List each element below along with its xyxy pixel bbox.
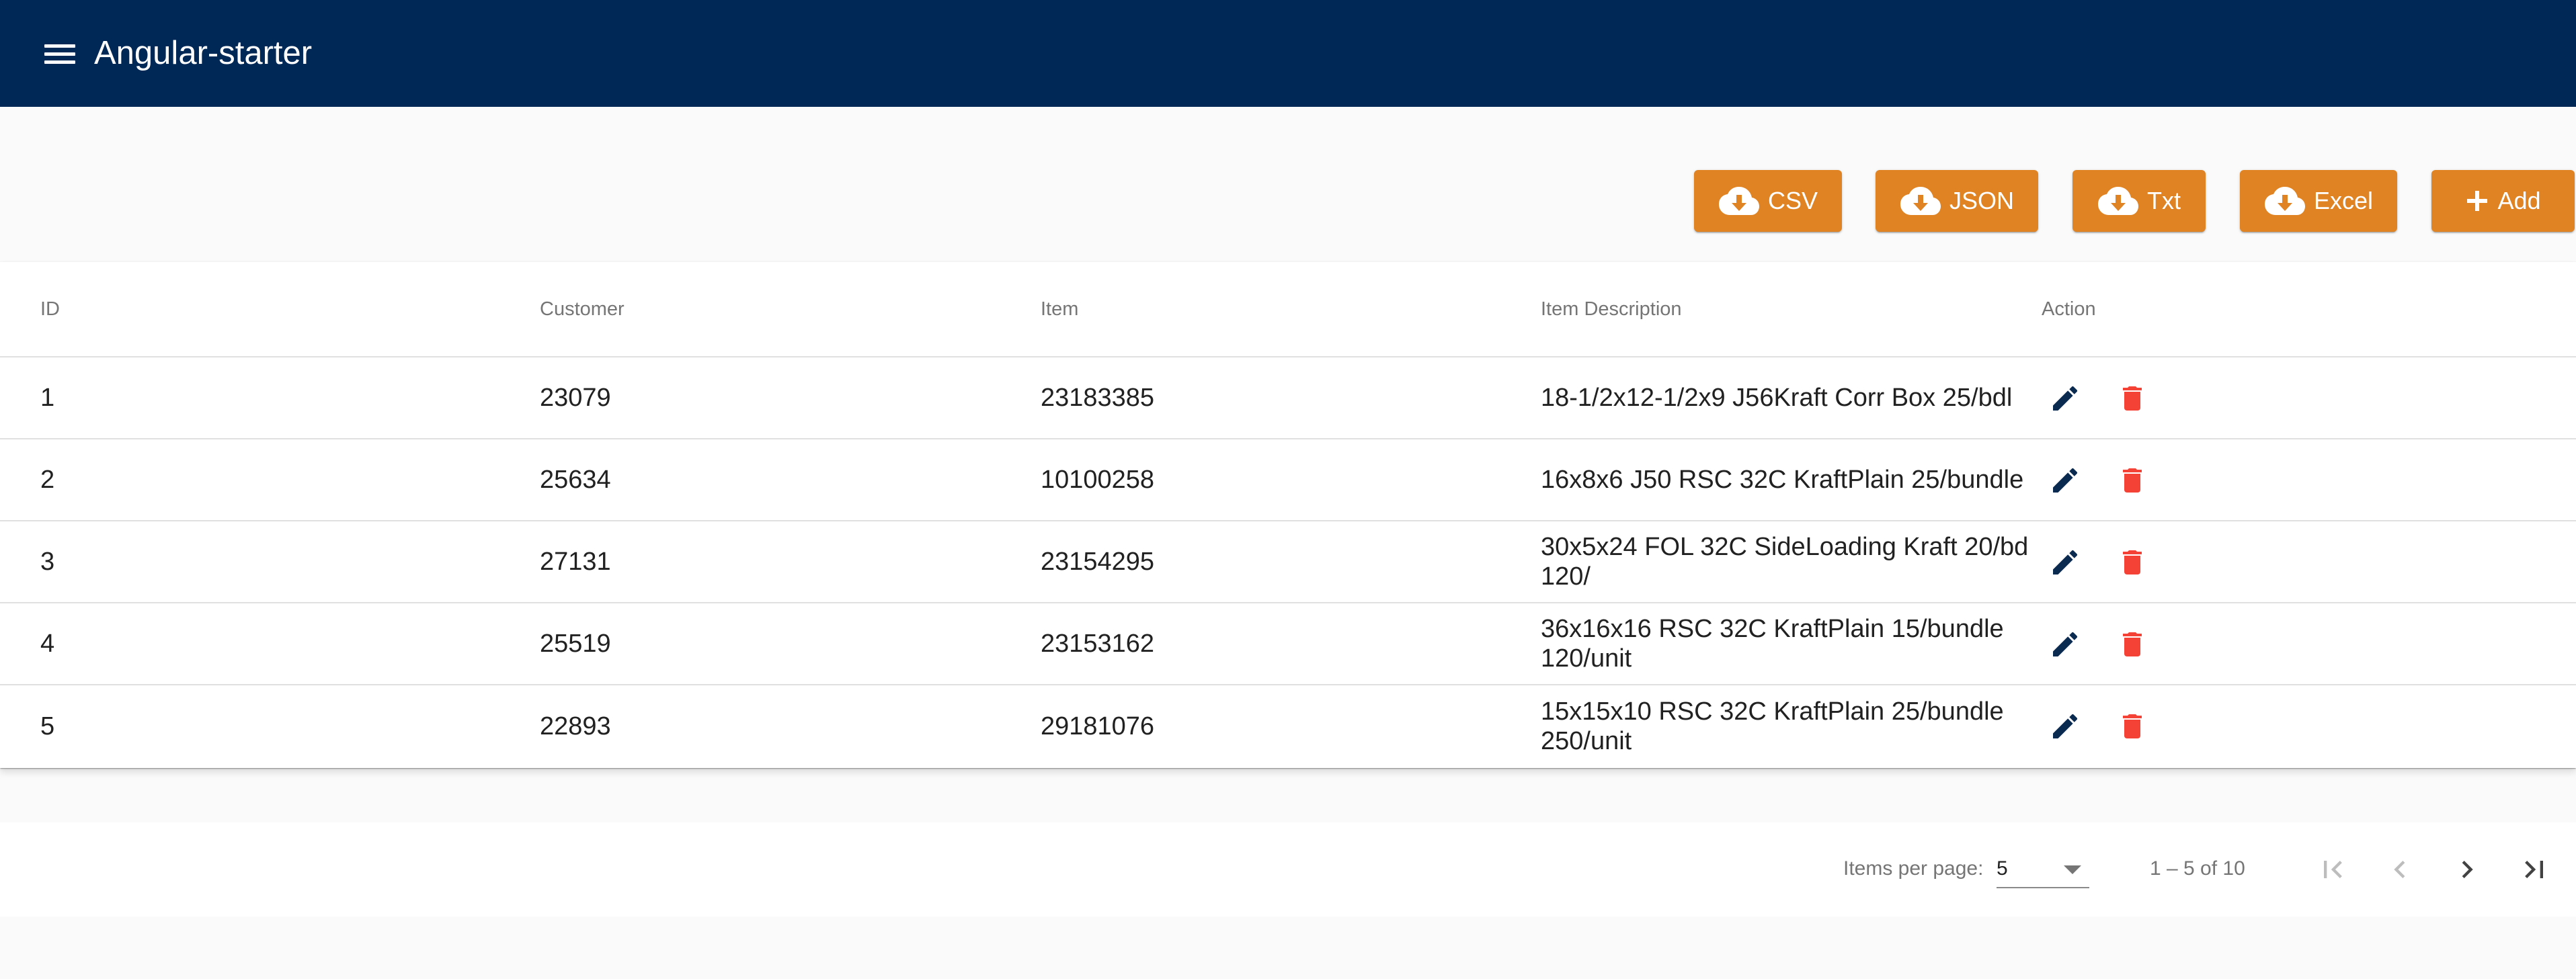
cell-item-description: 18-1/2x12-1/2x9 J56Kraft Corr Box 25/bdl — [1541, 384, 2013, 412]
cell-item-description: 15x15x10 RSC 32C KraftPlain 25/bundle 25… — [1541, 697, 2004, 755]
export-excel-button[interactable]: Excel — [2240, 170, 2397, 232]
pencil-icon — [2053, 714, 2078, 738]
delete-button[interactable] — [2109, 621, 2156, 668]
page-size-value: 5 — [1997, 857, 2008, 880]
export-json-button[interactable]: JSON — [1876, 170, 2038, 232]
app-title: Angular-starter — [94, 35, 313, 71]
table-header-row: ID Customer Item Item Description Action — [0, 262, 2576, 357]
cell-item: 23154295 — [1041, 548, 1155, 576]
pencil-icon — [2053, 386, 2078, 411]
cell-customer: 23079 — [540, 384, 611, 412]
export-txt-button[interactable]: Txt — [2072, 170, 2206, 232]
cell-customer: 27131 — [540, 548, 611, 576]
pencil-icon — [2053, 550, 2078, 574]
plus-icon — [2467, 191, 2488, 211]
table-row: 1 23079 23183385 18-1/2x12-1/2x9 J56Kraf… — [0, 357, 2576, 439]
edit-button[interactable] — [2042, 621, 2089, 668]
cell-id: 2 — [40, 466, 55, 494]
pencil-icon — [2053, 468, 2078, 493]
cell-id: 3 — [40, 548, 55, 576]
delete-button[interactable] — [2109, 375, 2156, 422]
paginator: Items per page: 5 1 – 5 of 10 — [0, 822, 2576, 917]
last-page-icon — [2525, 861, 2543, 878]
cell-item: 23183385 — [1041, 384, 1155, 412]
cell-id: 5 — [40, 712, 55, 740]
table-row: 2 25634 10100258 16x8x6 J50 RSC 32C Kraf… — [0, 439, 2576, 521]
menu-icon[interactable] — [42, 39, 78, 69]
cell-id: 4 — [40, 630, 55, 658]
add-button[interactable]: Add — [2431, 170, 2575, 232]
cell-item-description: 16x8x6 J50 RSC 32C KraftPlain 25/bundle — [1541, 466, 2024, 494]
cell-item-description: 36x16x16 RSC 32C KraftPlain 15/bundle 12… — [1541, 615, 2004, 673]
first-page-icon — [2324, 861, 2342, 878]
dropdown-arrow-icon — [2064, 865, 2081, 874]
pencil-icon — [2053, 632, 2078, 656]
delete-button[interactable] — [2109, 539, 2156, 586]
header-item[interactable]: Item — [1041, 262, 1078, 356]
edit-button[interactable] — [2042, 375, 2089, 422]
top-toolbar: Angular-starter — [0, 0, 2576, 107]
table-row: 3 27131 23154295 30x5x24 FOL 32C SideLoa… — [0, 521, 2576, 603]
export-txt-label: Txt — [2147, 187, 2181, 214]
cloud-download-icon — [2264, 187, 2305, 215]
items-per-page-label: Items per page: — [1843, 857, 1984, 880]
header-item-description[interactable]: Item Description — [1541, 262, 2045, 356]
chevron-left-icon — [2394, 861, 2405, 878]
cell-customer: 22893 — [540, 712, 611, 740]
trash-icon — [2123, 386, 2142, 411]
table-row: 5 22893 29181076 15x15x10 RSC 32C KraftP… — [0, 685, 2576, 767]
delete-button[interactable] — [2109, 457, 2156, 504]
chevron-right-icon — [2462, 861, 2473, 878]
previous-page-button[interactable] — [2376, 845, 2424, 894]
trash-icon — [2123, 468, 2142, 493]
cell-item: 23153162 — [1041, 630, 1155, 658]
cell-id: 1 — [40, 384, 55, 412]
export-csv-label: CSV — [1767, 187, 1818, 214]
page-size-select[interactable]: 5 — [1997, 849, 2089, 888]
data-table: ID Customer Item Item Description Action… — [0, 262, 2576, 768]
edit-button[interactable] — [2042, 703, 2089, 750]
delete-button[interactable] — [2109, 703, 2156, 750]
cell-item: 29181076 — [1041, 712, 1155, 740]
edit-button[interactable] — [2042, 457, 2089, 504]
table-row: 4 25519 23153162 36x16x16 RSC 32C KraftP… — [0, 603, 2576, 685]
cell-customer: 25519 — [540, 630, 611, 658]
last-page-button[interactable] — [2510, 845, 2559, 894]
header-customer[interactable]: Customer — [540, 262, 625, 356]
header-id[interactable]: ID — [40, 262, 60, 356]
cell-item: 10100258 — [1041, 466, 1155, 494]
edit-button[interactable] — [2042, 539, 2089, 586]
trash-icon — [2123, 550, 2142, 574]
export-excel-label: Excel — [2313, 187, 2374, 214]
cell-item-description: 30x5x24 FOL 32C SideLoading Kraft 20/bd … — [1541, 533, 2029, 591]
first-page-button[interactable] — [2308, 845, 2357, 894]
export-csv-button[interactable]: CSV — [1694, 170, 1842, 232]
page-range-label: 1 – 5 of 10 — [2150, 857, 2245, 880]
cloud-download-icon — [2098, 187, 2138, 215]
cell-customer: 25634 — [540, 466, 611, 494]
trash-icon — [2123, 714, 2142, 738]
header-action: Action — [2042, 298, 2096, 320]
cloud-download-icon — [1718, 187, 1759, 215]
trash-icon — [2123, 632, 2142, 656]
export-json-label: JSON — [1949, 187, 2014, 214]
next-page-button[interactable] — [2443, 845, 2491, 894]
add-label: Add — [2497, 187, 2541, 214]
cloud-download-icon — [1900, 187, 1941, 215]
